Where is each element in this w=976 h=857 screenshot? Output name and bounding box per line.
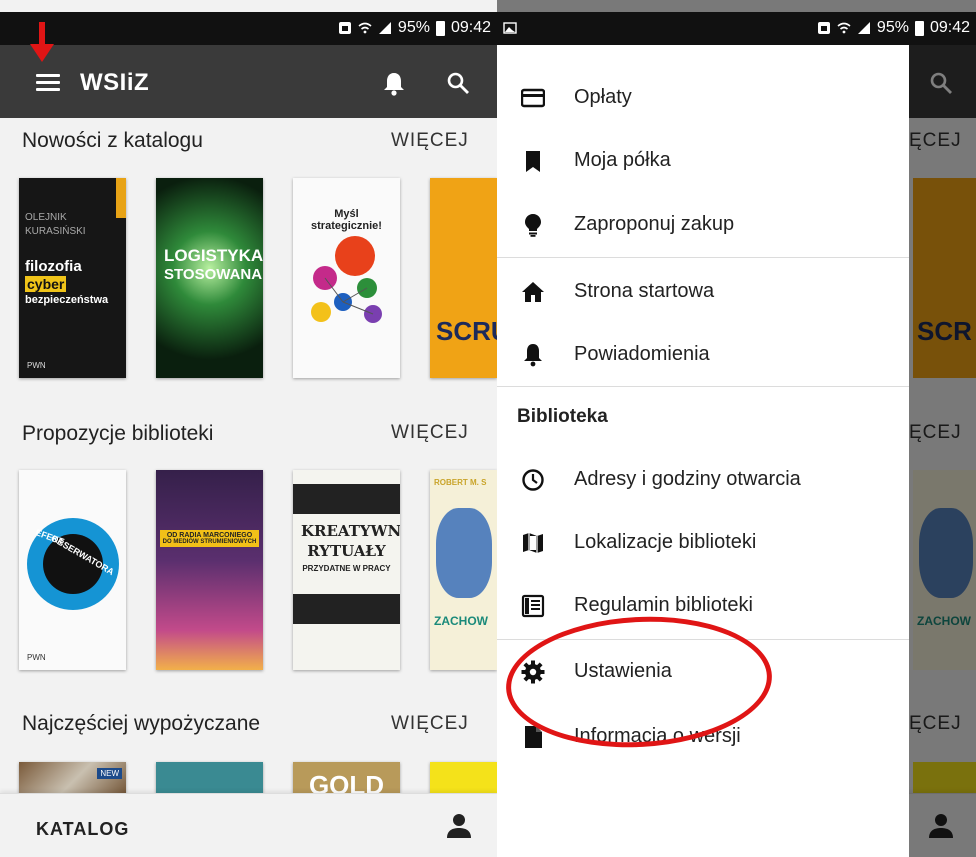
book-title: cyber [25, 276, 67, 292]
book-publisher: PWN [27, 361, 46, 370]
book-title: DO MEDIÓW STRUMIENIOWYCH [162, 539, 257, 545]
annotation-arrow-icon [30, 22, 54, 62]
drawer-divider [497, 386, 909, 387]
drawer-screen: ĘCEJ ĘCEJ ĘCEJ SCR ZACHOW 95% 09:42 Opła… [497, 0, 976, 857]
book-title: LOGISTYKA [164, 246, 263, 265]
cover-art [311, 236, 382, 323]
image-notification-icon [503, 22, 517, 34]
drawer-item-my-shelf[interactable]: Moja półka [497, 130, 909, 192]
drawer-divider [497, 257, 909, 258]
drawer-item-regulations[interactable]: Regulamin biblioteki [497, 575, 909, 637]
book-title: STOSOWANA [164, 266, 263, 283]
book-cover[interactable]: KREATYWNE RYTUAŁY PRZYDATNE W PRACY [293, 470, 400, 670]
catalog-tab[interactable]: KATALOG [36, 819, 129, 840]
book-author: KURASIŃSKI [25, 226, 86, 237]
book-cover[interactable]: OLEJNIK KURASIŃSKI filozofia cyber bezpi… [19, 178, 126, 378]
book-author: OLEJNIK [25, 212, 67, 223]
gear-icon [521, 660, 545, 684]
book-title: RYTUAŁY [307, 542, 386, 560]
section-title-new: Nowości z katalogu [22, 129, 203, 152]
account-icon[interactable] [447, 813, 471, 839]
book-cover[interactable]: SCRU [430, 178, 497, 378]
wifi-icon [837, 22, 851, 34]
drawer-item-suggest-purchase[interactable]: Zaproponuj zakup [497, 194, 909, 256]
book-title: filozofia [25, 258, 82, 275]
book-title: bezpieczeństwa [25, 294, 109, 306]
credit-card-icon [521, 88, 545, 108]
book-badge: NEW [97, 768, 122, 779]
map-icon [523, 533, 543, 553]
sim-icon [817, 22, 830, 34]
book-title: ZACHOW [434, 614, 488, 628]
drawer-item-label: Moja półka [574, 149, 671, 171]
drawer-divider [497, 639, 909, 640]
book-title: KREATYWNE [301, 522, 400, 540]
drawer-item-label: Lokalizacje biblioteki [574, 531, 757, 553]
clock-time: 09:42 [929, 19, 970, 36]
signal-icon [857, 22, 870, 34]
battery-level: 95% [876, 19, 909, 36]
drawer-item-home[interactable]: Strona startowa [497, 261, 909, 323]
book-publisher: PWN [27, 653, 46, 662]
drawer-item-settings[interactable]: Ustawienia [497, 641, 909, 703]
rules-book-icon [521, 594, 545, 618]
clock-icon [522, 469, 544, 491]
book-cover[interactable]: Myśl strategicznie! [293, 178, 400, 378]
book-title: PRZYDATNE W PRACY [302, 564, 391, 573]
menu-icon[interactable] [36, 74, 60, 92]
drawer-item-label: Opłaty [574, 86, 632, 108]
status-bar: 95% 09:42 [497, 12, 976, 45]
catalog-screen: 95% 09:42 WSIiZ Nowości z katalogu WIĘCE… [0, 0, 497, 857]
battery-icon [435, 20, 445, 36]
drawer-item-version-info[interactable]: Informacja o wersji [497, 706, 909, 768]
book-cover[interactable]: ROBERT M. S ZACHOW [430, 470, 497, 670]
more-link-popular[interactable]: WIĘCEJ [391, 713, 469, 735]
bookmark-icon [526, 151, 540, 172]
lightbulb-icon [525, 214, 541, 237]
drawer-item-label: Adresy i godziny otwarcia [574, 468, 801, 490]
section-title-popular: Najczęściej wypożyczane [22, 712, 261, 735]
book-cover[interactable]: LOGISTYKA STOSOWANA [156, 178, 263, 378]
bell-icon [524, 344, 542, 367]
status-bar: 95% 09:42 [0, 12, 497, 45]
navigation-drawer: Opłaty Moja półka Zaproponuj zakup Stron… [497, 45, 909, 857]
more-link-proposals[interactable]: WIĘCEJ [391, 422, 469, 444]
drawer-item-label: Powiadomienia [574, 343, 710, 365]
book-title: OD RADIA MARCONIEGO [166, 532, 253, 539]
drawer-item-label: Strona startowa [574, 280, 715, 302]
drawer-item-payments[interactable]: Opłaty [497, 67, 909, 129]
drawer-item-addresses-hours[interactable]: Adresy i godziny otwarcia [497, 449, 909, 511]
drawer-item-label: Zaproponuj zakup [574, 213, 735, 235]
section-title-proposals: Propozycje biblioteki [22, 422, 214, 445]
home-icon [522, 282, 544, 302]
battery-level: 95% [397, 19, 430, 36]
file-icon [525, 726, 542, 748]
clock-time: 09:42 [450, 19, 491, 36]
drawer-item-label: Informacja o wersji [574, 725, 741, 747]
drawer-item-label: Ustawienia [574, 660, 672, 682]
battery-icon [914, 20, 924, 36]
drawer-section-library: Biblioteka [517, 406, 608, 427]
drawer-item-notifications[interactable]: Powiadomienia [497, 324, 909, 386]
book-cover[interactable]: EFEKT OBSERWATORA PWN [19, 470, 126, 670]
app-bar: WSIiZ [0, 45, 497, 118]
drawer-item-label: Regulamin biblioteki [574, 594, 753, 616]
notifications-bell-icon[interactable] [382, 71, 406, 97]
sim-icon [338, 22, 351, 34]
book-title: SCRU [436, 316, 497, 346]
search-icon[interactable] [446, 71, 470, 95]
bottom-navigation: KATALOG [0, 793, 497, 857]
signal-icon [378, 22, 391, 34]
drawer-item-locations[interactable]: Lokalizacje biblioteki [497, 512, 909, 574]
more-link-new[interactable]: WIĘCEJ [391, 130, 469, 152]
app-title: WSIiZ [80, 69, 150, 96]
book-title: Myśl strategicznie! [311, 208, 382, 232]
wifi-icon [358, 22, 372, 34]
book-cover[interactable]: OD RADIA MARCONIEGO DO MEDIÓW STRUMIENIO… [156, 470, 263, 670]
book-author: ROBERT M. S [434, 478, 487, 487]
